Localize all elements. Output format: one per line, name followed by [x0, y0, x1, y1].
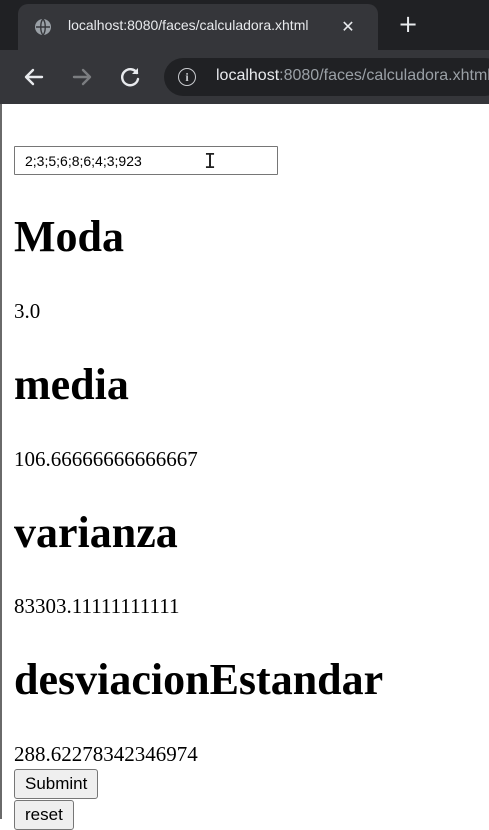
back-arrow-icon[interactable]	[20, 63, 48, 91]
submit-button[interactable]: Submint	[14, 769, 99, 799]
tab-strip: localhost:8080/faces/calculadora.xhtml ✕…	[0, 0, 489, 50]
moda-heading: Moda	[14, 212, 124, 261]
forward-arrow-icon[interactable]	[68, 63, 96, 91]
desviacion-value: 288.62278342346974	[14, 742, 198, 766]
moda-value: 3.0	[14, 299, 41, 323]
media-value: 106.66666666666667	[14, 447, 198, 471]
varianza-value: 83303.11111111111	[14, 594, 180, 618]
numbers-input[interactable]	[14, 146, 278, 175]
plus-icon[interactable]: +	[394, 10, 422, 38]
tab-title: localhost:8080/faces/calculadora.xhtml	[68, 17, 309, 33]
address-bar[interactable]: i localhost:8080/faces/calculadora.xhtml	[164, 58, 489, 96]
url-text[interactable]: localhost:8080/faces/calculadora.xhtml	[216, 67, 489, 87]
media-heading: media	[14, 360, 129, 409]
varianza-heading: varianza	[14, 508, 178, 557]
url-path: :8080/faces/calculadora.xhtml	[279, 67, 489, 84]
info-icon[interactable]: i	[178, 68, 196, 86]
page-content: I Moda 3.0 media 106.66666666666667 vari…	[0, 104, 489, 830]
browser-tab[interactable]: localhost:8080/faces/calculadora.xhtml ✕	[18, 4, 378, 50]
text-cursor-icon: I	[204, 149, 217, 173]
desviacion-heading: desviacionEstandar	[14, 655, 384, 704]
reset-button[interactable]: reset	[14, 800, 74, 830]
url-host: localhost	[216, 67, 280, 84]
close-icon[interactable]: ✕	[338, 17, 358, 37]
browser-toolbar: i localhost:8080/faces/calculadora.xhtml	[0, 50, 489, 104]
globe-icon	[34, 18, 52, 36]
reload-icon[interactable]	[116, 63, 144, 91]
browser-chrome: localhost:8080/faces/calculadora.xhtml ✕…	[0, 0, 489, 104]
